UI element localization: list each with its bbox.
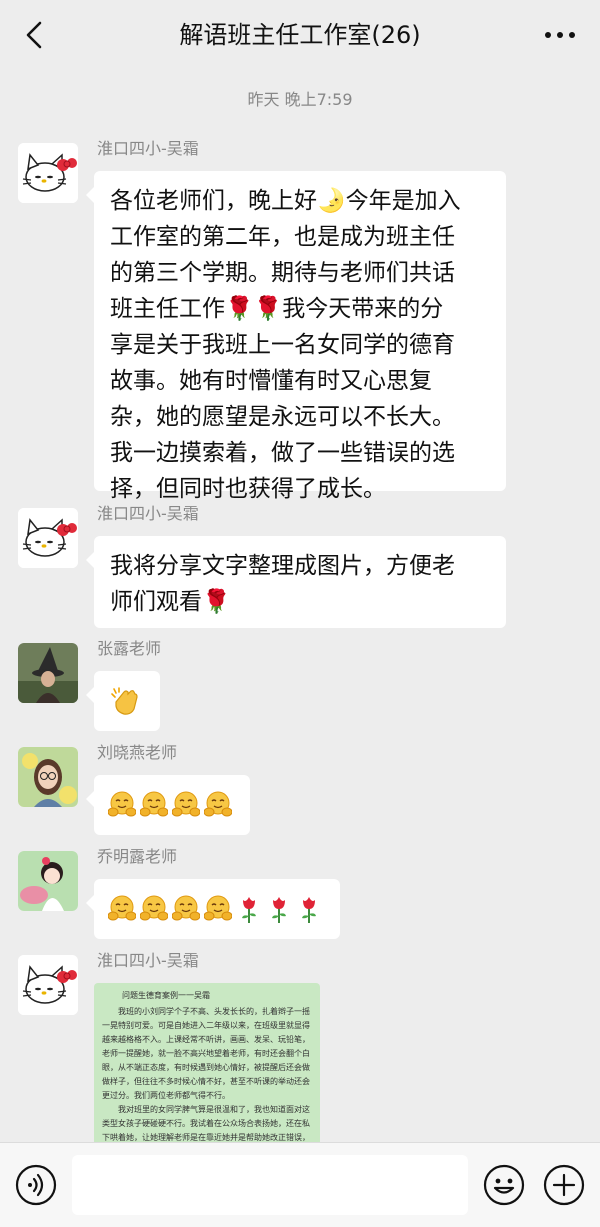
person-photo-avatar-icon (18, 643, 78, 703)
sender-name: 淮口四小-吴霜 (97, 504, 199, 523)
hug-emoji-icon (172, 895, 200, 921)
emoji-row (108, 683, 146, 719)
plus-icon (543, 1164, 585, 1206)
avatar-hello-kitty[interactable] (18, 508, 78, 568)
add-button[interactable] (542, 1163, 586, 1207)
hello-kitty-avatar-icon (18, 143, 78, 203)
message-text-line: 我将分享文字整理成图片，方便老 (110, 553, 455, 579)
rose-icon (242, 897, 256, 923)
message-bubble[interactable]: 我将分享文字整理成图片，方便老 师们观看🌹 (86, 536, 506, 628)
message-input[interactable] (72, 1155, 468, 1215)
message-list[interactable]: 昨天 晚上7:59 淮口四小-吴霜 各位老师们，晚上好🌛今年是加入 工作室的第二… (0, 70, 600, 1142)
sender-name: 乔明露老师 (97, 847, 178, 866)
message-bubble[interactable] (86, 671, 160, 731)
cartoon-girl-avatar-icon (18, 851, 78, 911)
clap-icon (111, 687, 138, 715)
hug-emoji-icon (140, 895, 168, 921)
sender-name: 淮口四小-吴霜 (97, 951, 199, 970)
message-text-line: 我一边摸索着，做了一些错误的选 (110, 440, 455, 466)
chat-title: 解语班主任工作室(26) (179, 21, 421, 49)
message-bubble[interactable] (86, 879, 340, 939)
image-doc-paragraph: 我对班里的女同学脾气算是很温和了，我也知道面对这类型女孩子硬碰硬不行。我试着在公… (102, 1105, 310, 1142)
message-text-line: 各位老师们，晚上好🌛今年是加入 (110, 188, 461, 214)
more-dots-icon (545, 32, 575, 38)
avatar-user-photo[interactable] (18, 747, 78, 807)
avatar-hello-kitty[interactable] (18, 143, 78, 203)
sender-name: 淮口四小-吴霜 (97, 139, 199, 158)
message-text-line: 故事。她有时懵懂有时又心思复 (110, 368, 432, 394)
input-bar (0, 1142, 600, 1227)
voice-button[interactable] (14, 1163, 58, 1207)
sender-name: 张露老师 (97, 639, 162, 658)
hug-emoji-icon (108, 895, 136, 921)
hug-emoji-icon (108, 791, 136, 817)
avatar-user-photo[interactable] (18, 851, 78, 911)
message-text-line: 杂，她的愿望是永远可以不长大。 (110, 404, 455, 430)
avatar-hello-kitty[interactable] (18, 955, 78, 1015)
message-bubble[interactable]: 各位老师们，晚上好🌛今年是加入 工作室的第二年，也是成为班主任 的第三个学期。期… (86, 171, 506, 502)
message-text-line: 享是关于我班上一名女同学的德育 (110, 332, 455, 358)
message-text-line: 的第三个学期。期待与老师们共话 (110, 260, 455, 286)
message-bubble[interactable] (86, 775, 250, 835)
person-photo-avatar-icon (18, 747, 78, 807)
sender-name: 刘晓燕老师 (97, 743, 178, 762)
hug-emoji-icon (204, 791, 232, 817)
message-text-line: 工作室的第二年，也是成为班主任 (110, 224, 455, 250)
hug-emoji-icon (140, 791, 168, 817)
image-message[interactable]: 问题生德育案例一一吴霜 我班的小刘同学个子不高、头发长长的，扎着辫子一摇一晃特别… (94, 983, 320, 1142)
hug-emoji-icon (204, 895, 232, 921)
emoji-button[interactable] (482, 1163, 526, 1207)
emoji-row (108, 891, 326, 927)
image-doc-title: 问题生德育案例一一吴霜 (122, 991, 210, 1000)
message-text-line: 师们观看🌹 (110, 589, 231, 615)
hello-kitty-avatar-icon (18, 508, 78, 568)
message-text-line: 班主任工作🌹🌹我今天带来的分 (110, 296, 444, 322)
chat-header: 解语班主任工作室(26) (0, 0, 600, 70)
hello-kitty-avatar-icon (18, 955, 78, 1015)
smiley-icon (483, 1164, 525, 1206)
hug-emoji-icon (172, 791, 200, 817)
avatar-user-photo[interactable] (18, 643, 78, 703)
more-button[interactable] (542, 22, 578, 48)
emoji-row (108, 787, 236, 823)
image-doc-paragraph: 我班的小刘同学个子不高、头发长长的，扎着辫子一摇一晃特别可爱。可是自她进入二年级… (102, 1007, 310, 1100)
rose-icon (302, 897, 316, 923)
voice-icon (15, 1164, 57, 1206)
message-timestamp: 昨天 晚上7:59 (247, 90, 353, 109)
rose-icon (272, 897, 286, 923)
